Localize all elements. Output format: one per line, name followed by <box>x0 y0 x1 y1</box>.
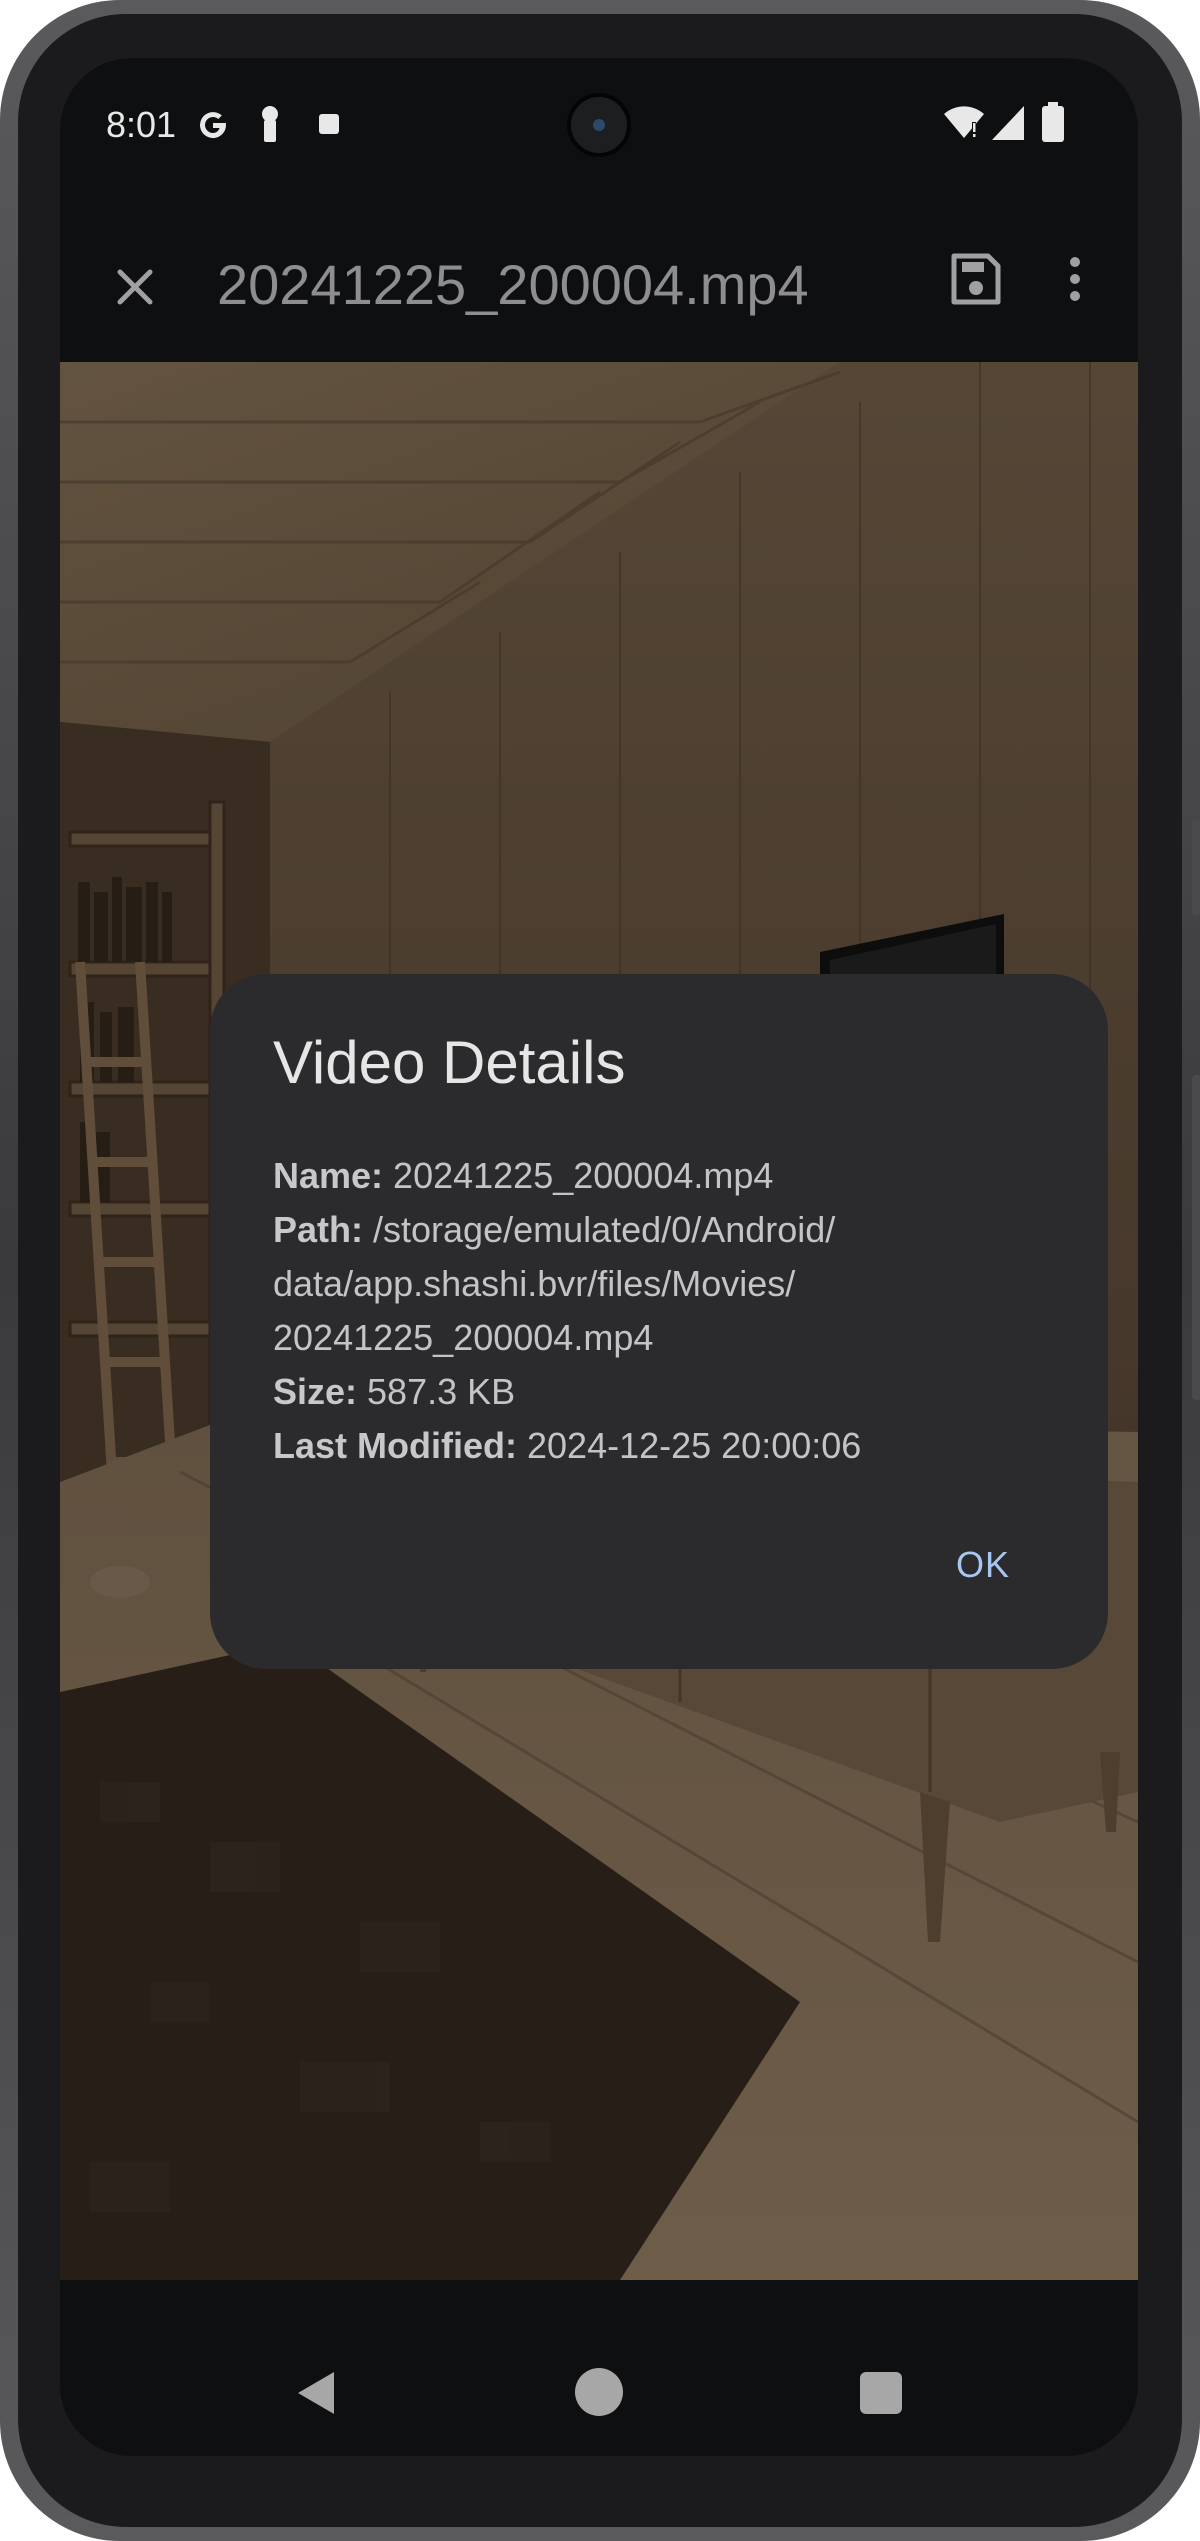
volume-button <box>1192 1075 1200 1400</box>
save-button[interactable] <box>940 244 1010 314</box>
size-value: 587.3 KB <box>367 1371 516 1412</box>
ok-button[interactable]: OK <box>956 1544 1010 1586</box>
name-row: Name: 20241225_200004.mp4 <box>273 1149 1063 1203</box>
power-button <box>1192 820 1200 915</box>
status-time: 8:01 <box>106 104 177 145</box>
home-button[interactable] <box>575 2368 623 2416</box>
close-icon <box>117 269 153 305</box>
wifi-icon <box>944 106 984 145</box>
name-label: Name: <box>273 1155 394 1196</box>
path-label: Path: <box>273 1209 374 1250</box>
vpn-key-icon <box>257 104 283 149</box>
signal-icon <box>992 106 1024 145</box>
modified-value: 2024-12-25 20:00:06 <box>527 1425 862 1466</box>
path-value-line1: /storage/emulated/0/Android/ <box>373 1209 836 1250</box>
status-bar: 8:01 <box>60 58 1138 198</box>
notification-square-icon <box>319 114 339 139</box>
dialog-body: Name: 20241225_200004.mp4 Path: /storage… <box>273 1149 1063 1473</box>
phone-frame: 8:01 20241225_200004.mp4 Video Details N… <box>0 0 1200 2541</box>
name-value: 20241225_200004.mp4 <box>393 1155 774 1196</box>
more-options-button[interactable] <box>1050 244 1100 314</box>
size-label: Size: <box>273 1371 368 1412</box>
path-value-line3: 20241225_200004.mp4 <box>273 1317 654 1358</box>
back-button[interactable] <box>296 2370 336 2416</box>
modified-label: Last Modified: <box>273 1425 527 1466</box>
front-camera <box>567 93 631 157</box>
dialog-title: Video Details <box>273 1029 626 1096</box>
screen: 8:01 20241225_200004.mp4 Video Details N… <box>60 58 1138 2456</box>
close-button[interactable] <box>100 252 170 322</box>
nav-back-icon <box>298 2372 334 2414</box>
top-app-bar: 20241225_200004.mp4 <box>60 198 1138 362</box>
file-title: 20241225_200004.mp4 <box>217 253 809 316</box>
path-row: Path: /storage/emulated/0/Android/ <box>273 1203 1063 1257</box>
recents-button[interactable] <box>860 2372 902 2414</box>
size-row: Size: 587.3 KB <box>273 1365 1063 1419</box>
modified-row: Last Modified: 2024-12-25 20:00:06 <box>273 1419 1063 1473</box>
more-vert-icon <box>1070 257 1080 301</box>
save-icon <box>951 253 1001 305</box>
google-icon <box>194 106 232 149</box>
video-details-dialog: Video Details Name: 20241225_200004.mp4 … <box>210 974 1108 1669</box>
navigation-bar <box>60 2330 1138 2456</box>
battery-icon <box>1042 102 1064 147</box>
path-value-line2: data/app.shashi.bvr/files/Movies/ <box>273 1263 796 1304</box>
